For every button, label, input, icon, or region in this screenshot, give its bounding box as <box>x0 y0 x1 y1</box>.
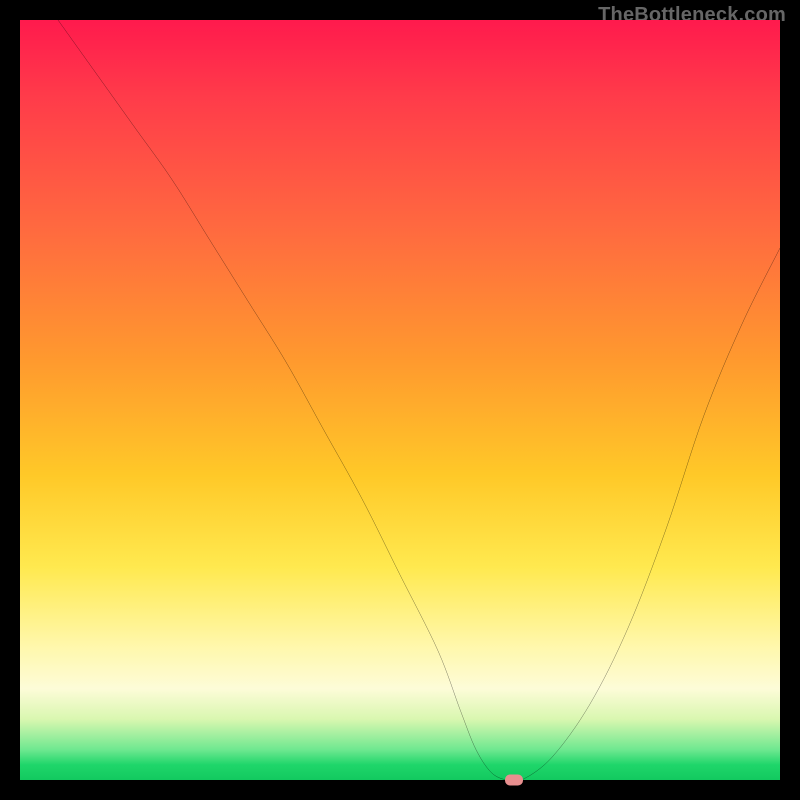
chart-frame: TheBottleneck.com <box>0 0 800 800</box>
optimal-point-marker <box>505 775 523 786</box>
plot-area <box>20 20 780 780</box>
curve-svg <box>20 20 780 780</box>
bottleneck-curve-path <box>58 20 780 780</box>
